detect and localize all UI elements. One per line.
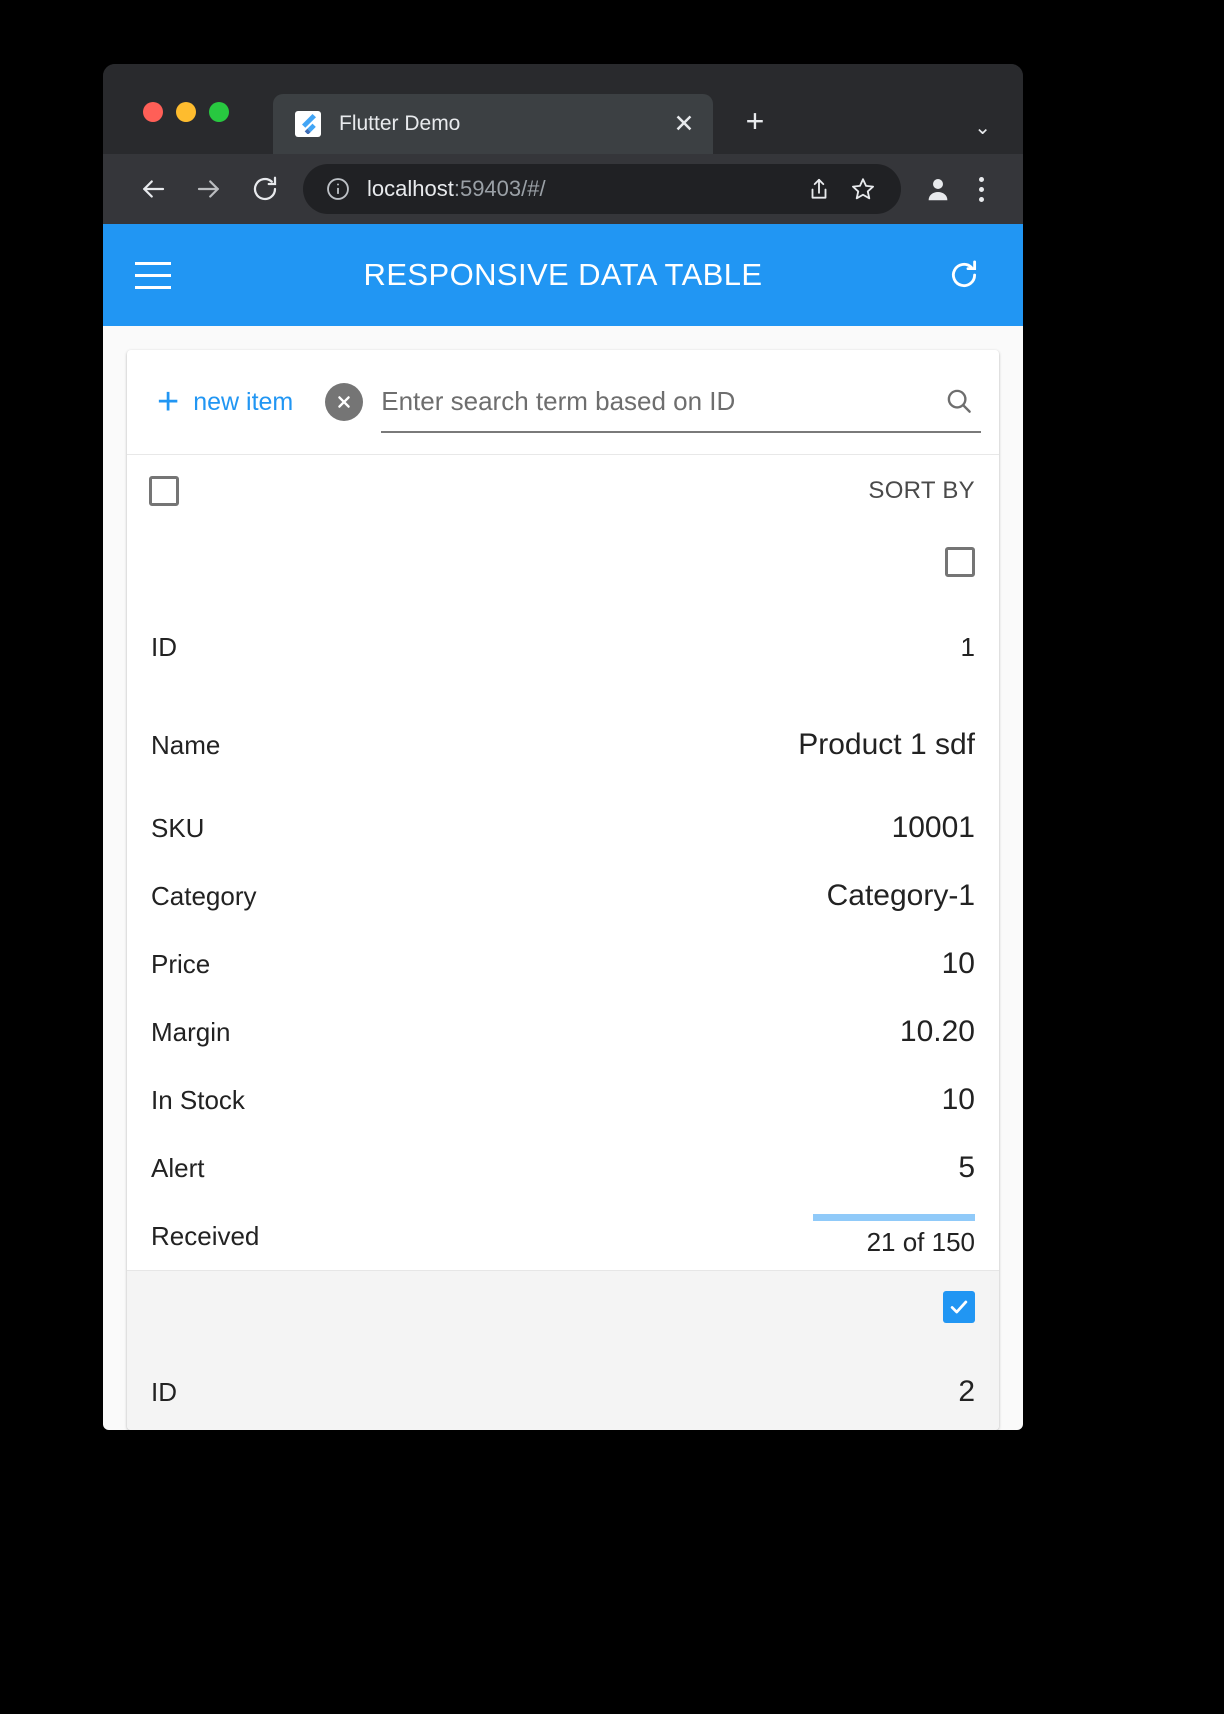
field-label: ID xyxy=(151,1376,177,1407)
field-row-name: Name Product 1 sdf xyxy=(151,696,975,794)
field-value: 10 xyxy=(941,947,975,980)
table-row[interactable]: ID 1 Name Product 1 sdf SKU 10001 Catego… xyxy=(127,526,999,1270)
search-input[interactable]: Enter search term based on ID xyxy=(381,371,981,433)
app-bar: RESPONSIVE DATA TABLE xyxy=(103,224,1023,326)
field-label: Price xyxy=(151,948,211,979)
address-bar-url: localhost:59403/#/ xyxy=(367,176,797,202)
browser-toolbar: localhost:59403/#/ xyxy=(103,154,1023,224)
field-row-received: Received 21 of 150 xyxy=(151,1202,975,1270)
field-row-in-stock: In Stock 10 xyxy=(151,1066,975,1134)
field-value: 10001 xyxy=(891,811,975,844)
clear-search-icon[interactable] xyxy=(325,383,364,421)
field-row-id: ID 2 xyxy=(151,1343,975,1430)
new-item-label: new item xyxy=(193,387,294,416)
content-area: + new item Enter search term based on ID xyxy=(103,326,1023,1430)
row-checkbox[interactable] xyxy=(945,547,975,577)
menu-icon[interactable] xyxy=(135,248,189,302)
url-host: localhost xyxy=(367,176,454,201)
field-label: Alert xyxy=(151,1152,205,1183)
kebab-menu-icon[interactable] xyxy=(961,166,1001,212)
record-list: ID 1 Name Product 1 sdf SKU 10001 Catego… xyxy=(127,526,999,1430)
field-row-id: ID 1 xyxy=(151,598,975,696)
table-toolbar: + new item Enter search term based on ID xyxy=(127,350,999,454)
field-value: 5 xyxy=(958,1151,975,1184)
browser-tab-strip: Flutter Demo ✕ + ⌄ xyxy=(103,64,1023,154)
field-value: Category-1 xyxy=(826,879,975,912)
url-path: :59403/#/ xyxy=(453,176,546,201)
maximize-window-button[interactable] xyxy=(209,102,229,122)
field-label: Name xyxy=(151,729,221,760)
field-label: ID xyxy=(151,631,177,662)
back-icon[interactable] xyxy=(125,161,181,217)
field-label: SKU xyxy=(151,812,205,843)
field-row-price: Price 10 xyxy=(151,930,975,998)
field-row-sku: SKU 10001 xyxy=(151,794,975,862)
field-label: In Stock xyxy=(151,1084,245,1115)
progress-track xyxy=(813,1214,975,1221)
received-progress: 21 of 150 xyxy=(813,1214,975,1258)
new-item-button[interactable]: + new item xyxy=(151,375,299,429)
field-value: 2 xyxy=(958,1375,975,1408)
close-window-button[interactable] xyxy=(143,102,163,122)
field-value: 10.20 xyxy=(899,1015,975,1048)
field-row-alert: Alert 5 xyxy=(151,1134,975,1202)
refresh-icon[interactable] xyxy=(937,248,991,302)
address-bar[interactable]: localhost:59403/#/ xyxy=(303,164,901,214)
progress-label: 21 of 150 xyxy=(866,1227,975,1257)
field-value: Product 1 sdf xyxy=(798,728,975,761)
tab-close-icon[interactable]: ✕ xyxy=(669,111,699,137)
info-icon[interactable] xyxy=(325,176,351,202)
field-label: Category xyxy=(151,880,257,911)
search-icon[interactable] xyxy=(937,379,981,423)
new-tab-button[interactable]: + xyxy=(735,102,775,142)
plus-icon: + xyxy=(157,381,180,423)
field-row-category: Category Category-1 xyxy=(151,862,975,930)
browser-tab[interactable]: Flutter Demo ✕ xyxy=(273,94,713,154)
field-label: Received xyxy=(151,1220,260,1251)
table-header-row: SORT BY xyxy=(127,454,999,526)
profile-icon[interactable] xyxy=(915,166,961,212)
data-table-card: + new item Enter search term based on ID xyxy=(127,350,999,1430)
select-all-checkbox[interactable] xyxy=(149,475,179,506)
browser-window: Flutter Demo ✕ + ⌄ localhost:59403/#/ RE… xyxy=(103,64,1023,1430)
tab-title: Flutter Demo xyxy=(339,112,461,135)
row-checkbox[interactable] xyxy=(943,1291,975,1323)
sort-by-button[interactable]: SORT BY xyxy=(868,477,975,505)
star-icon[interactable] xyxy=(841,167,885,211)
field-value: 1 xyxy=(960,631,975,662)
forward-icon[interactable] xyxy=(181,161,237,217)
share-icon[interactable] xyxy=(797,167,841,211)
field-label: Margin xyxy=(151,1016,231,1047)
minimize-window-button[interactable] xyxy=(176,102,196,122)
window-controls xyxy=(143,102,229,122)
search-placeholder: Enter search term based on ID xyxy=(381,385,736,416)
search-area: Enter search term based on ID xyxy=(325,371,981,433)
chevron-down-icon[interactable]: ⌄ xyxy=(974,115,991,140)
flutter-logo-icon xyxy=(295,111,321,137)
app-viewport: RESPONSIVE DATA TABLE + new item Enter s… xyxy=(103,224,1023,1430)
reload-icon[interactable] xyxy=(237,161,293,217)
field-value: 10 xyxy=(941,1083,975,1116)
row-select-area xyxy=(151,1271,975,1343)
field-row-margin: Margin 10.20 xyxy=(151,998,975,1066)
row-select-area xyxy=(151,526,975,598)
table-row[interactable]: ID 2 xyxy=(127,1270,999,1430)
page-title: RESPONSIVE DATA TABLE xyxy=(363,257,763,292)
